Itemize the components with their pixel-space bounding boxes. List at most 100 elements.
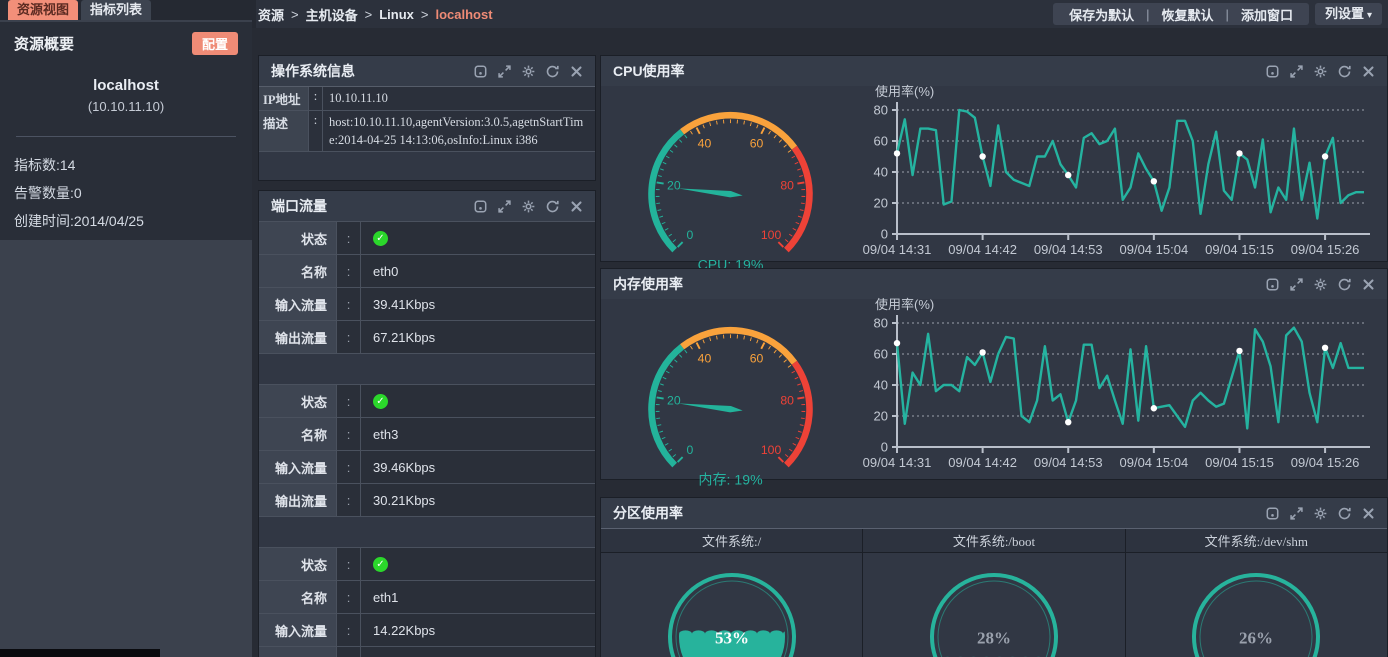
collapse-icon[interactable] (474, 200, 487, 213)
add-window-button[interactable]: 添加窗口 (1229, 5, 1305, 24)
close-icon[interactable] (570, 200, 583, 213)
partition-usage-panel: 分区使用率 文件系统:/文件系统:/boot文件系统:/dev/shm 53%2… (600, 497, 1388, 657)
tab-resource-view[interactable]: 资源视图 (8, 0, 78, 20)
field-value: ✓ (361, 222, 595, 254)
svg-text:09/04 15:26: 09/04 15:26 (1291, 242, 1360, 257)
breadcrumb-current-localhost: localhost (435, 7, 492, 22)
os-info-panel-body: IP地址 : 10.10.11.10 描述 : host:10.10.11.10… (259, 86, 595, 180)
svg-text:09/04 14:53: 09/04 14:53 (1034, 242, 1103, 257)
svg-text:26%: 26% (1239, 628, 1273, 647)
os-info-panel-header: 操作系统信息 (259, 56, 595, 86)
liquid-gauge-cell: 26% (1125, 553, 1387, 657)
partition-panel-header: 分区使用率 (601, 498, 1387, 528)
table-row: 名称:eth1 (259, 581, 595, 614)
liquid-gauge-chart: 53% (662, 567, 802, 657)
svg-text:09/04 14:31: 09/04 14:31 (863, 242, 932, 257)
svg-text:80: 80 (780, 393, 794, 407)
close-icon[interactable] (1362, 507, 1375, 520)
memory-usage-panel: 内存使用率 020406080100内存: 19% 使用率(%)02040608… (600, 268, 1388, 480)
colon: : (337, 255, 361, 287)
table-row: 状态:✓ (259, 548, 595, 581)
field-label: 输出流量 (259, 647, 337, 657)
svg-text:09/04 15:15: 09/04 15:15 (1205, 242, 1274, 257)
field-value: eth1 (361, 581, 595, 613)
settings-icon[interactable] (1314, 278, 1327, 291)
liquid-gauge-chart: 28% (924, 567, 1064, 657)
colon: : (337, 614, 361, 646)
cpu-panel-header: CPU使用率 (601, 56, 1387, 86)
resource-summary-panel: 资源概要 配置 localhost (10.10.11.10) 指标数:14 告… (0, 22, 252, 240)
close-icon[interactable] (570, 65, 583, 78)
cpu-panel-title: CPU使用率 (613, 61, 685, 81)
svg-text:0: 0 (881, 227, 888, 242)
status-ok-icon: ✓ (373, 231, 388, 246)
expand-icon[interactable] (1290, 65, 1303, 78)
collapse-icon[interactable] (1266, 507, 1279, 520)
svg-text:100: 100 (760, 443, 781, 457)
svg-text:20: 20 (874, 409, 888, 424)
os-info-desc-value: host:10.10.11.10,agentVersion:3.0.5,aget… (323, 111, 595, 151)
expand-icon[interactable] (1290, 278, 1303, 291)
refresh-icon[interactable] (546, 200, 559, 213)
partition-panel-title: 分区使用率 (613, 503, 683, 523)
breadcrumb-item-resources[interactable]: 资源 (258, 5, 284, 24)
colon: : (309, 111, 323, 151)
refresh-icon[interactable] (1338, 507, 1351, 520)
field-value: ✓ (361, 385, 595, 417)
svg-text:内存: 19%: 内存: 19% (698, 471, 763, 487)
svg-text:09/04 14:53: 09/04 14:53 (1034, 455, 1103, 470)
svg-text:20: 20 (667, 178, 681, 192)
status-ok-icon: ✓ (373, 394, 388, 409)
resource-summary-title: 资源概要 (14, 33, 74, 54)
port-traffic-panel-title: 端口流量 (271, 196, 327, 216)
save-as-default-button[interactable]: 保存为默认 (1057, 5, 1146, 24)
field-label: 输入流量 (259, 451, 337, 483)
collapse-icon[interactable] (1266, 65, 1279, 78)
settings-icon[interactable] (522, 200, 535, 213)
svg-text:20: 20 (874, 196, 888, 211)
expand-icon[interactable] (498, 200, 511, 213)
svg-text:09/04 15:15: 09/04 15:15 (1205, 455, 1274, 470)
port-traffic-panel-header: 端口流量 (259, 191, 595, 221)
field-value: eth3 (361, 418, 595, 450)
table-row: 输出流量:30.21Kbps (259, 484, 595, 517)
host-block: localhost (10.10.11.10) (14, 77, 238, 114)
svg-text:53%: 53% (715, 628, 749, 647)
svg-text:09/04 14:31: 09/04 14:31 (863, 455, 932, 470)
cpu-panel-body: 020406080100CPU: 19% 使用率(%)02040608009/0… (601, 86, 1387, 291)
breadcrumb-item-linux[interactable]: Linux (379, 7, 414, 22)
host-ip: (10.10.11.10) (14, 99, 238, 114)
svg-text:0: 0 (881, 440, 888, 455)
svg-text:09/04 15:26: 09/04 15:26 (1291, 455, 1360, 470)
refresh-icon[interactable] (1338, 278, 1351, 291)
close-icon[interactable] (1362, 278, 1375, 291)
settings-icon[interactable] (1314, 507, 1327, 520)
breadcrumb-item-host-devices[interactable]: 主机设备 (306, 5, 358, 24)
settings-icon[interactable] (522, 65, 535, 78)
panel-toolbar (1266, 278, 1375, 291)
colon: : (337, 385, 361, 417)
field-value: 67.21Kbps (361, 321, 595, 353)
column-settings-button[interactable]: 列设置▾ (1315, 3, 1382, 25)
configure-button[interactable]: 配置 (192, 32, 238, 55)
table-row: 输入流量:14.22Kbps (259, 614, 595, 647)
expand-icon[interactable] (1290, 507, 1303, 520)
refresh-icon[interactable] (546, 65, 559, 78)
svg-text:40: 40 (874, 165, 888, 180)
refresh-icon[interactable] (1338, 65, 1351, 78)
colon: : (337, 647, 361, 657)
colon: : (337, 288, 361, 320)
breadcrumb-separator: > (291, 7, 299, 22)
collapse-icon[interactable] (1266, 278, 1279, 291)
field-value: eth0 (361, 255, 595, 287)
colon: : (309, 87, 323, 110)
svg-text:使用率(%): 使用率(%) (875, 84, 934, 99)
close-icon[interactable] (1362, 65, 1375, 78)
collapse-icon[interactable] (474, 65, 487, 78)
restore-default-button[interactable]: 恢复默认 (1150, 5, 1226, 24)
svg-text:60: 60 (874, 134, 888, 149)
settings-icon[interactable] (1314, 65, 1327, 78)
expand-icon[interactable] (498, 65, 511, 78)
tab-metric-list[interactable]: 指标列表 (81, 0, 151, 20)
chevron-down-icon: ▾ (1367, 10, 1372, 21)
